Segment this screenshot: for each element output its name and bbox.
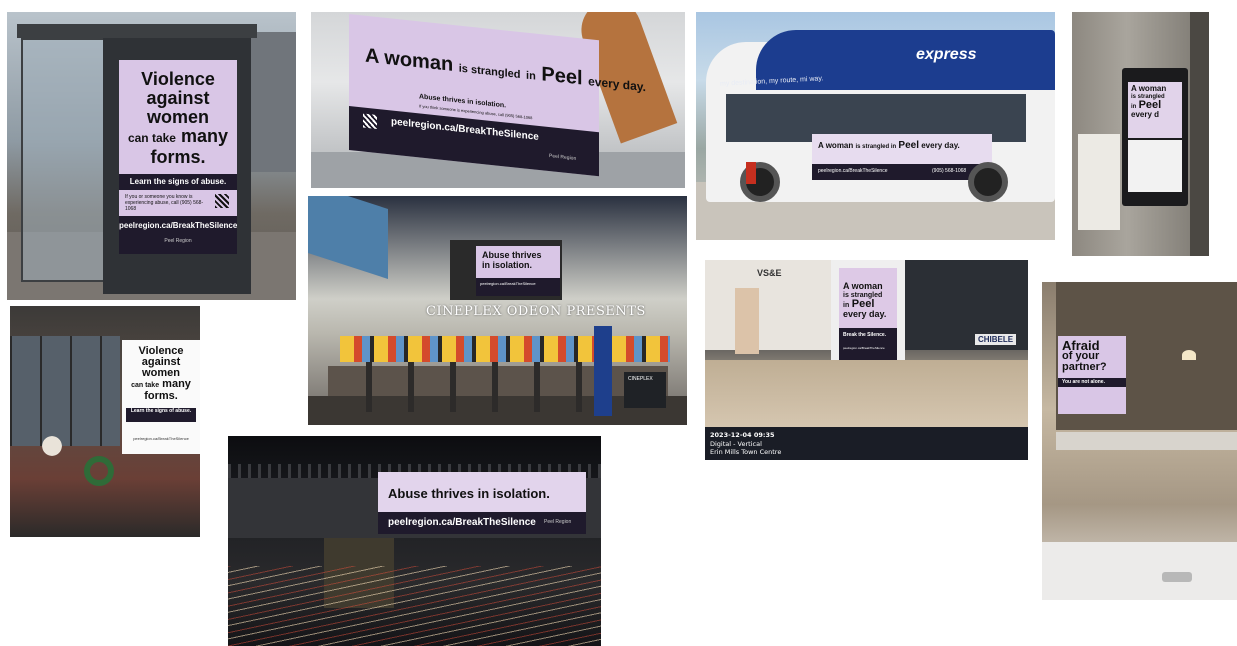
mall-floor	[705, 360, 1028, 430]
overpass-ad: Abuse thrives in isolation. peelregion.c…	[378, 472, 586, 534]
storefront-ad: Violence against women can take many for…	[126, 346, 196, 402]
cinema-url: peelregion.ca/BreakTheSilence	[480, 281, 536, 286]
mall-caption-1: 2023-12-04 09:35	[710, 431, 775, 439]
faucet-icon	[1162, 572, 1192, 582]
qr-code-icon	[363, 113, 377, 129]
mall-headline-e: every day.	[843, 309, 887, 319]
cinema-billboard-bar: peelregion.ca/BreakTheSilence	[476, 278, 560, 296]
storefront-headline-4a: can take	[131, 382, 160, 389]
transit-url: peelregion.ca/BreakTheSilence	[391, 116, 539, 143]
transit-ad-card: A woman is strangled in Peel every day. …	[349, 14, 646, 177]
cinema-billboard-1: Abuse thrives	[482, 250, 542, 260]
shelter-headline-4b: many	[181, 126, 229, 146]
elevator-ad: A woman is strangled in Peel every d	[1128, 82, 1182, 138]
shelter-headline-2: against	[146, 88, 210, 108]
elevator-headline-a: A woman	[1131, 84, 1167, 93]
washroom-sub: You are not alone.	[1062, 379, 1105, 385]
bus-photo: express my destination, my route, mi way…	[696, 12, 1055, 240]
shelter-roof	[17, 24, 257, 38]
shelter-headline-3: women	[146, 107, 209, 127]
cinema-kiosk-label: CINEPLEX	[628, 376, 653, 382]
washroom-counter	[1042, 542, 1237, 600]
shelter-sub: Learn the signs of abuse.	[129, 177, 227, 186]
shelter-glass	[21, 38, 105, 282]
cinema-people	[348, 362, 608, 412]
transit-headline-b: is strangled	[458, 62, 521, 82]
fire-hydrant	[746, 162, 756, 184]
storefront-headline-5: forms.	[144, 390, 178, 402]
bus-headline-d: every day.	[921, 141, 960, 150]
bus-wheel-rear	[968, 162, 1008, 202]
storefront-window-grid	[10, 336, 120, 446]
cinema-billboard-2: in isolation.	[482, 260, 533, 270]
mall-side-sign: CHIBELE	[975, 334, 1017, 345]
transit-headline-a: A woman	[365, 44, 454, 76]
mall-headline-c: in	[843, 302, 850, 309]
shelter-headline-5: forms.	[150, 147, 206, 167]
cinema-menu-boards	[340, 336, 670, 362]
bus-url: peelregion.ca/BreakTheSilence	[818, 168, 888, 174]
shelter-url: peelregion.ca/BreakTheSilence	[119, 221, 238, 230]
washroom-photo: Afraid of your partner? You are not alon…	[1042, 282, 1237, 600]
cinema-left-screens	[308, 196, 388, 279]
qr-code-icon	[215, 194, 229, 208]
transit-headline-c: in	[526, 69, 536, 83]
cinema-photo: Abuse thrives in isolation. peelregion.c…	[308, 196, 687, 425]
cinema-billboard: Abuse thrives in isolation. peelregion.c…	[476, 246, 560, 296]
bus-headline-a: A woman	[818, 141, 854, 150]
shelter-sub-bar: Learn the signs of abuse.	[119, 174, 237, 190]
elevator-photo: A woman is strangled in Peel every d	[1072, 12, 1209, 256]
washroom-sub-bar: You are not alone.	[1058, 378, 1126, 387]
shelter-logo: Peel Region	[164, 238, 192, 244]
bus-side-ad: A woman is strangled in Peel every day. …	[812, 134, 992, 180]
bus-headline-b: is strangled in	[855, 144, 897, 150]
washroom-shelf	[1056, 432, 1237, 450]
washroom-headline-3: partner?	[1062, 361, 1107, 373]
washroom-light	[1182, 350, 1196, 360]
cinema-sign: CINEPLEX ODEON PRESENTS	[426, 304, 646, 319]
mall-url: peelregion.ca/BreakTheSilence	[843, 346, 885, 350]
mall-ad: A woman is strangled in Peel every day. …	[839, 268, 897, 366]
shelter-help: If you or someone you know is experienci…	[125, 194, 204, 212]
storefront-wreath	[84, 456, 114, 486]
mall-caption-2: Digital - Vertical	[710, 440, 762, 448]
bus-shelter-photo: Violence against women can take many for…	[7, 12, 296, 300]
overpass-photo: Abuse thrives in isolation. peelregion.c…	[228, 436, 601, 646]
overpass-ad-bar: peelregion.ca/BreakTheSilence Peel Regio…	[378, 512, 586, 534]
bus-ad-bar: peelregion.ca/BreakTheSilence (905) 568-…	[812, 164, 992, 180]
cinema-kiosk: CINEPLEX	[624, 372, 666, 408]
transit-logo: Peel Region	[549, 153, 577, 162]
overpass-url: peelregion.ca/BreakTheSilence	[388, 517, 536, 528]
elevator-headline-e: every d	[1131, 110, 1160, 119]
storefront-photo: Violence against women can take many for…	[10, 306, 200, 537]
storefront-url: peelregion.ca/BreakTheSilence	[133, 436, 189, 441]
shelter-headline-1: Violence	[141, 69, 215, 89]
overpass-logo: Peel Region	[544, 519, 572, 525]
storefront-headline-4b: many	[162, 378, 191, 390]
shelter-url-bar: peelregion.ca/BreakTheSilence Peel Regio…	[119, 216, 237, 254]
washroom-ad: Afraid of your partner? You are not alon…	[1058, 336, 1126, 414]
mall-photo: VS&E A woman is strangled in Peel every …	[705, 260, 1028, 460]
mall-caption-3: Erin Mills Town Centre	[710, 448, 782, 456]
elevator-notice	[1078, 134, 1120, 230]
bus-brand: express	[916, 46, 977, 63]
overpass-headline: Abuse thrives in isolation.	[388, 486, 550, 501]
shelter-ad-poster: Violence against women can take many for…	[119, 60, 237, 254]
elevator-screen-text	[1128, 140, 1182, 192]
shelter-headline-4a: can take	[127, 131, 176, 145]
overpass-light-trails	[228, 566, 601, 646]
transit-headline-d: Peel	[541, 63, 583, 90]
bus-headline-c: Peel	[898, 140, 919, 151]
bus-phone: (905) 568-1068	[932, 168, 967, 174]
mall-headline-a: A woman	[843, 281, 883, 291]
mall-sub: Break the Silence.	[843, 332, 887, 338]
elevator-door-edge	[1190, 12, 1209, 256]
storefront-tree	[40, 416, 64, 476]
mall-poster-faces	[735, 288, 759, 354]
storefront-sub: Learn the signs of abuse.	[130, 408, 192, 414]
storefront-sub-bar: Learn the signs of abuse.	[126, 408, 196, 422]
transit-interior-photo: A woman is strangled in Peel every day. …	[311, 12, 685, 188]
storefront-screen: Violence against women can take many for…	[122, 340, 200, 454]
mall-store-sign: VS&E	[757, 268, 782, 278]
